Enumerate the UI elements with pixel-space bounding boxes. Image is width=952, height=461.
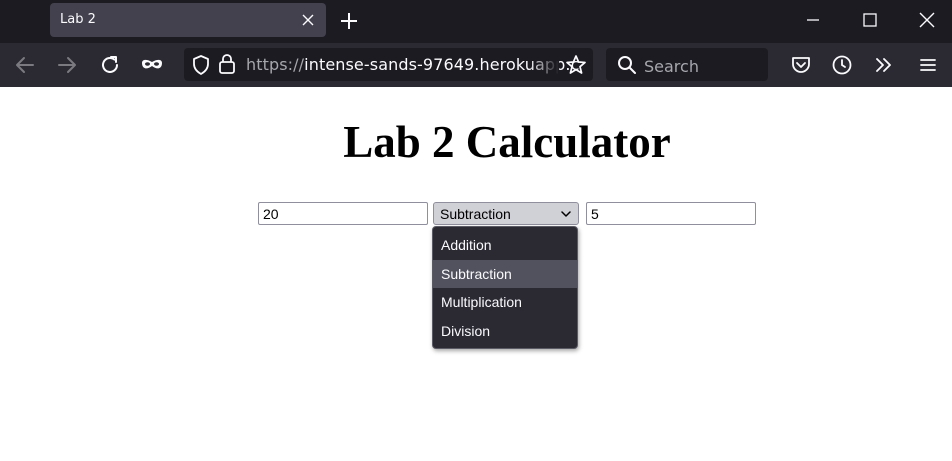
forward-arrow-icon[interactable] [55,53,79,77]
operation-selected-value: Subtraction [440,206,511,222]
maximize-icon[interactable] [859,10,881,32]
nav-bar: https://intense-sands-97649.herokuapp.c … [0,43,952,87]
mask-icon[interactable] [140,53,164,77]
chevron-down-icon [561,211,571,217]
search-bar[interactable]: Search [606,48,768,81]
url-scheme: https:// [246,55,305,74]
shield-icon[interactable] [189,53,213,77]
reload-icon[interactable] [98,53,122,77]
url-bar[interactable]: https://intense-sands-97649.herokuapp.c [184,48,593,81]
tab-bar: Lab 2 [0,0,952,43]
dropdown-option-subtraction[interactable]: Subtraction [433,259,577,288]
operation-dropdown-list: Addition Subtraction Multiplication Divi… [432,226,578,349]
tab-title: Lab 2 [60,12,96,27]
double-chevron-icon[interactable] [872,53,896,77]
dropdown-option-multiplication[interactable]: Multiplication [433,288,577,317]
back-arrow-icon[interactable] [13,53,37,77]
minimize-icon[interactable] [802,10,824,32]
second-number-input[interactable] [586,202,756,225]
dropdown-option-addition[interactable]: Addition [433,231,577,260]
pocket-icon[interactable] [789,53,813,77]
star-icon[interactable] [564,53,588,77]
search-icon [618,56,636,74]
dropdown-option-division[interactable]: Division [433,317,577,346]
close-icon[interactable] [302,14,314,26]
lock-icon[interactable] [215,52,239,76]
search-placeholder: Search [644,57,699,76]
url-fade [529,48,559,81]
clock-icon[interactable] [830,53,854,77]
first-number-input[interactable] [258,202,428,225]
plus-icon[interactable] [340,12,358,30]
active-tab[interactable]: Lab 2 [50,3,326,37]
page-title: Lab 2 Calculator [343,117,671,167]
hamburger-menu-icon[interactable] [916,53,940,77]
close-icon[interactable] [916,10,938,32]
operation-select[interactable]: Subtraction [433,202,579,225]
